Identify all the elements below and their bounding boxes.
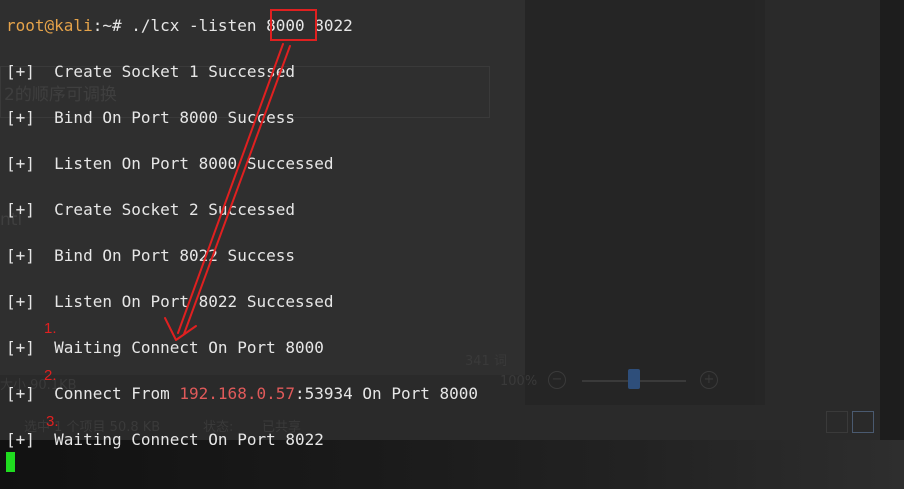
annotation-arrow-icon bbox=[164, 43, 291, 341]
step-2-label: 2. bbox=[44, 367, 57, 384]
step-1-label: 1. bbox=[44, 320, 57, 337]
step-3-label: 3. bbox=[46, 413, 59, 430]
